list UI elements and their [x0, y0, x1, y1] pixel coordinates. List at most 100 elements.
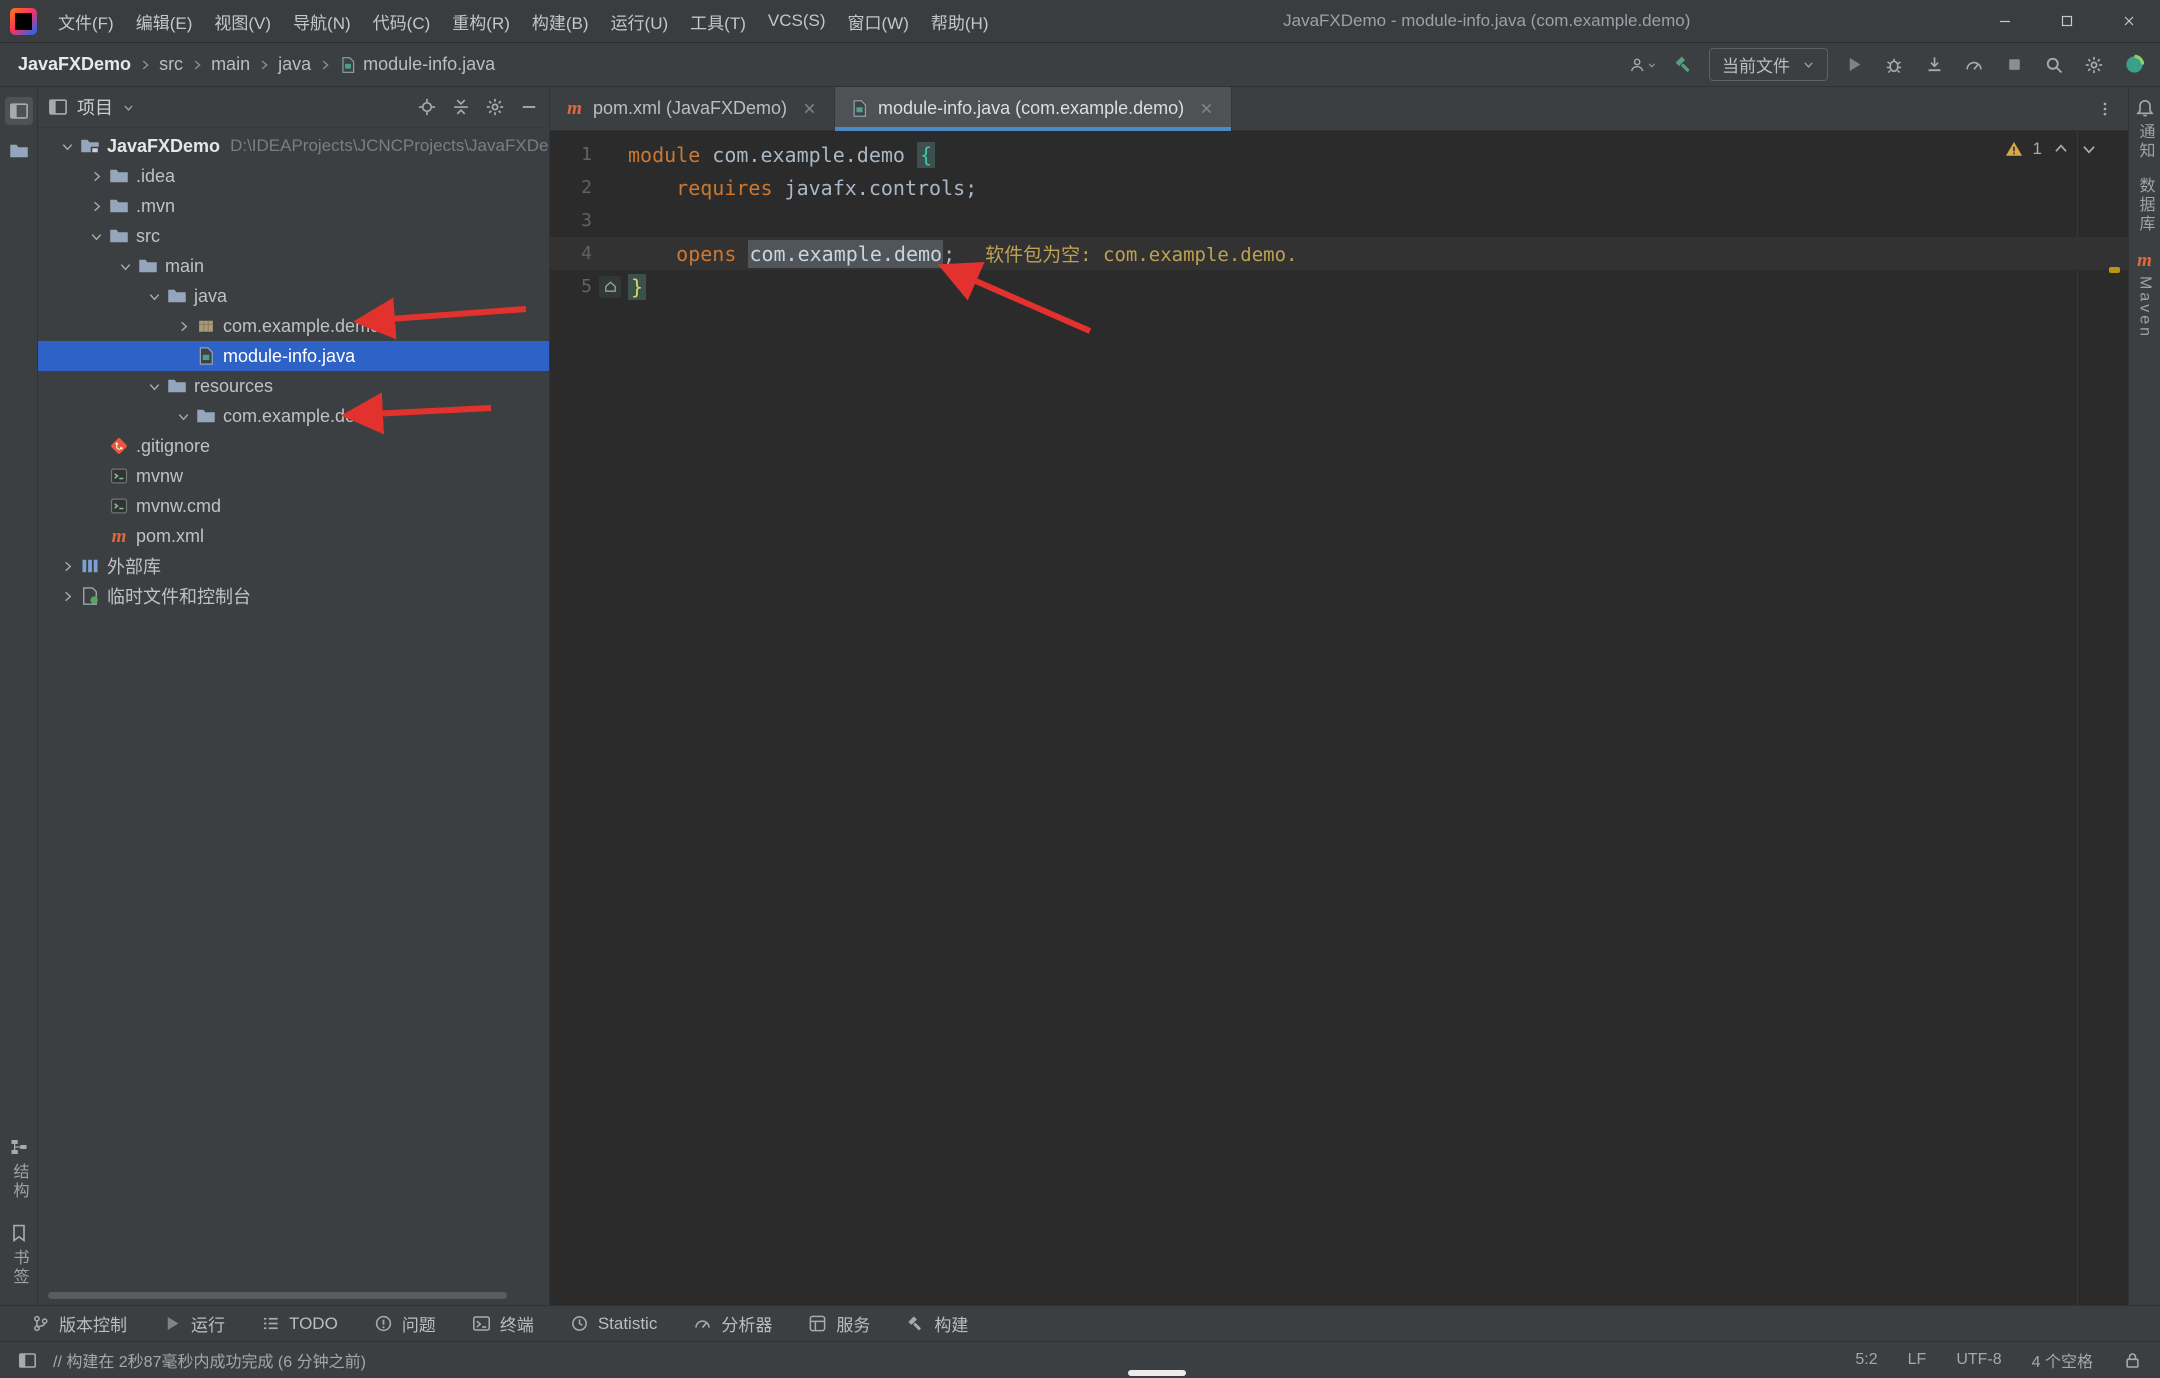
tree-collapse-icon[interactable]	[112, 259, 138, 274]
tree-collapse-icon[interactable]	[141, 379, 167, 394]
tree-item[interactable]: .mvn	[38, 191, 549, 221]
breadcrumb-item[interactable]: JavaFXDemo	[18, 54, 131, 75]
tool-window-button-版本控制[interactable]: 版本控制	[18, 1310, 140, 1338]
caret-position[interactable]: 5:2	[1855, 1351, 1877, 1369]
line-separator[interactable]: LF	[1908, 1351, 1927, 1369]
panel-settings-icon[interactable]	[485, 97, 505, 117]
tab-close-icon[interactable]	[800, 99, 819, 118]
run-button[interactable]	[1840, 51, 1868, 79]
tree-item[interactable]: 临时文件和控制台	[38, 581, 549, 611]
project-tool-window-button[interactable]	[5, 97, 33, 125]
menu-item[interactable]: 导航(N)	[282, 2, 362, 41]
tree-collapse-icon[interactable]	[54, 139, 80, 154]
right-stripe-item[interactable]: 数据库	[2133, 177, 2157, 234]
tree-item[interactable]: mvnw.cmd	[38, 491, 549, 521]
previous-problem-icon[interactable]	[2052, 140, 2070, 158]
right-stripe-item[interactable]: 通知	[2133, 97, 2157, 161]
inspections-widget[interactable]: 1	[2005, 139, 2098, 159]
build-project-button[interactable]	[1669, 51, 1697, 79]
debug-button[interactable]	[1880, 51, 1908, 79]
close-button[interactable]	[2098, 0, 2160, 42]
menu-item[interactable]: 编辑(E)	[125, 2, 204, 41]
code-line[interactable]: 2 requires javafx.controls;	[550, 171, 2128, 204]
menu-item[interactable]: 运行(U)	[600, 2, 680, 41]
menu-item[interactable]: 帮助(H)	[920, 2, 1000, 41]
plugin-button[interactable]	[2120, 51, 2148, 79]
collapse-all-icon[interactable]	[451, 97, 471, 117]
next-problem-icon[interactable]	[2080, 140, 2098, 158]
status-message[interactable]: // 构建在 2秒87毫秒内成功完成 (6 分钟之前)	[53, 1348, 366, 1372]
breadcrumb-item[interactable]: java	[278, 54, 311, 75]
menu-item[interactable]: VCS(S)	[757, 4, 837, 38]
lock-icon[interactable]	[2123, 1351, 2142, 1370]
tree-item[interactable]: .gitignore	[38, 431, 549, 461]
editor-tab[interactable]: mpom.xml (JavaFXDemo)	[550, 87, 835, 130]
breadcrumb-item[interactable]: main	[211, 54, 250, 75]
menu-item[interactable]: 工具(T)	[679, 2, 757, 41]
code-line[interactable]: 3	[550, 204, 2128, 237]
tree-item[interactable]: mpom.xml	[38, 521, 549, 551]
tree-item[interactable]: JavaFXDemoD:\IDEAProjects\JCNCProjects\J…	[38, 131, 549, 161]
coverage-button[interactable]	[1920, 51, 1948, 79]
menu-item[interactable]: 窗口(W)	[837, 2, 920, 41]
tree-expand-icon[interactable]	[170, 319, 196, 334]
warning-stripe-mark[interactable]	[2109, 267, 2120, 273]
tree-item[interactable]: main	[38, 251, 549, 281]
tree-item[interactable]: com.example.demo	[38, 401, 549, 431]
menu-item[interactable]: 代码(C)	[362, 2, 442, 41]
menu-item[interactable]: 构建(B)	[521, 2, 600, 41]
tab-options-icon[interactable]	[2096, 100, 2114, 118]
right-stripe-item[interactable]: mMaven	[2135, 250, 2155, 339]
select-opened-file-icon[interactable]	[417, 97, 437, 117]
tree-item[interactable]: java	[38, 281, 549, 311]
tool-window-button-分析器[interactable]: 分析器	[680, 1310, 785, 1338]
menu-item[interactable]: 视图(V)	[203, 2, 282, 41]
user-account-button[interactable]	[1629, 51, 1657, 79]
hide-panel-icon[interactable]	[519, 97, 539, 117]
tool-window-button-服务[interactable]: 服务	[795, 1310, 883, 1338]
menu-item[interactable]: 重构(R)	[441, 2, 521, 41]
tree-collapse-icon[interactable]	[141, 289, 167, 304]
breadcrumb-item[interactable]: src	[159, 54, 183, 75]
left-stripe-item[interactable]: 书签	[7, 1223, 31, 1287]
stop-button[interactable]	[2000, 51, 2028, 79]
tree-item[interactable]: com.example.demo	[38, 311, 549, 341]
tree-collapse-icon[interactable]	[170, 409, 196, 424]
tree-expand-icon[interactable]	[54, 589, 80, 604]
code-area[interactable]: 1module com.example.demo {2 requires jav…	[550, 131, 2128, 1305]
chevron-down-icon[interactable]	[122, 101, 135, 114]
tree-item[interactable]: 外部库	[38, 551, 549, 581]
menu-item[interactable]: 文件(F)	[47, 2, 125, 41]
search-everywhere-button[interactable]	[2040, 51, 2068, 79]
tree-item[interactable]: module-info.java	[38, 341, 549, 371]
tool-window-layout-icon[interactable]	[18, 1351, 37, 1370]
tool-window-button-终端[interactable]: 终端	[459, 1310, 547, 1338]
tree-expand-icon[interactable]	[83, 169, 109, 184]
left-stripe-item[interactable]: 结构	[7, 1137, 31, 1201]
project-panel-title[interactable]: 项目	[77, 94, 113, 120]
run-configuration-select[interactable]: 当前文件	[1709, 48, 1828, 81]
file-encoding[interactable]: UTF-8	[1956, 1351, 2001, 1369]
settings-button[interactable]	[2080, 51, 2108, 79]
code-line[interactable]: 4 opens com.example.demo;软件包为空: com.exam…	[550, 237, 2128, 270]
tree-item[interactable]: .idea	[38, 161, 549, 191]
commander-tool-window-button[interactable]	[9, 141, 29, 161]
tool-window-button-问题[interactable]: 问题	[361, 1310, 449, 1338]
tool-window-button-构建[interactable]: 构建	[893, 1310, 981, 1338]
breadcrumb-item[interactable]: module-info.java	[339, 54, 495, 75]
tree-item[interactable]: resources	[38, 371, 549, 401]
tab-close-icon[interactable]	[1197, 99, 1216, 118]
tree-item[interactable]: mvnw	[38, 461, 549, 491]
tree-item[interactable]: src	[38, 221, 549, 251]
tool-window-button-TODO[interactable]: TODO	[248, 1310, 351, 1338]
minimize-button[interactable]	[1974, 0, 2036, 42]
editor-tab[interactable]: module-info.java (com.example.demo)	[835, 87, 1232, 130]
horizontal-scrollbar[interactable]	[48, 1292, 507, 1299]
maximize-button[interactable]	[2036, 0, 2098, 42]
tool-window-button-Statistic[interactable]: Statistic	[557, 1310, 671, 1338]
tool-window-button-运行[interactable]: 运行	[150, 1310, 238, 1338]
code-line[interactable]: 5}	[550, 270, 2128, 303]
profiler-button[interactable]	[1960, 51, 1988, 79]
tree-collapse-icon[interactable]	[83, 229, 109, 244]
tree-expand-icon[interactable]	[54, 559, 80, 574]
